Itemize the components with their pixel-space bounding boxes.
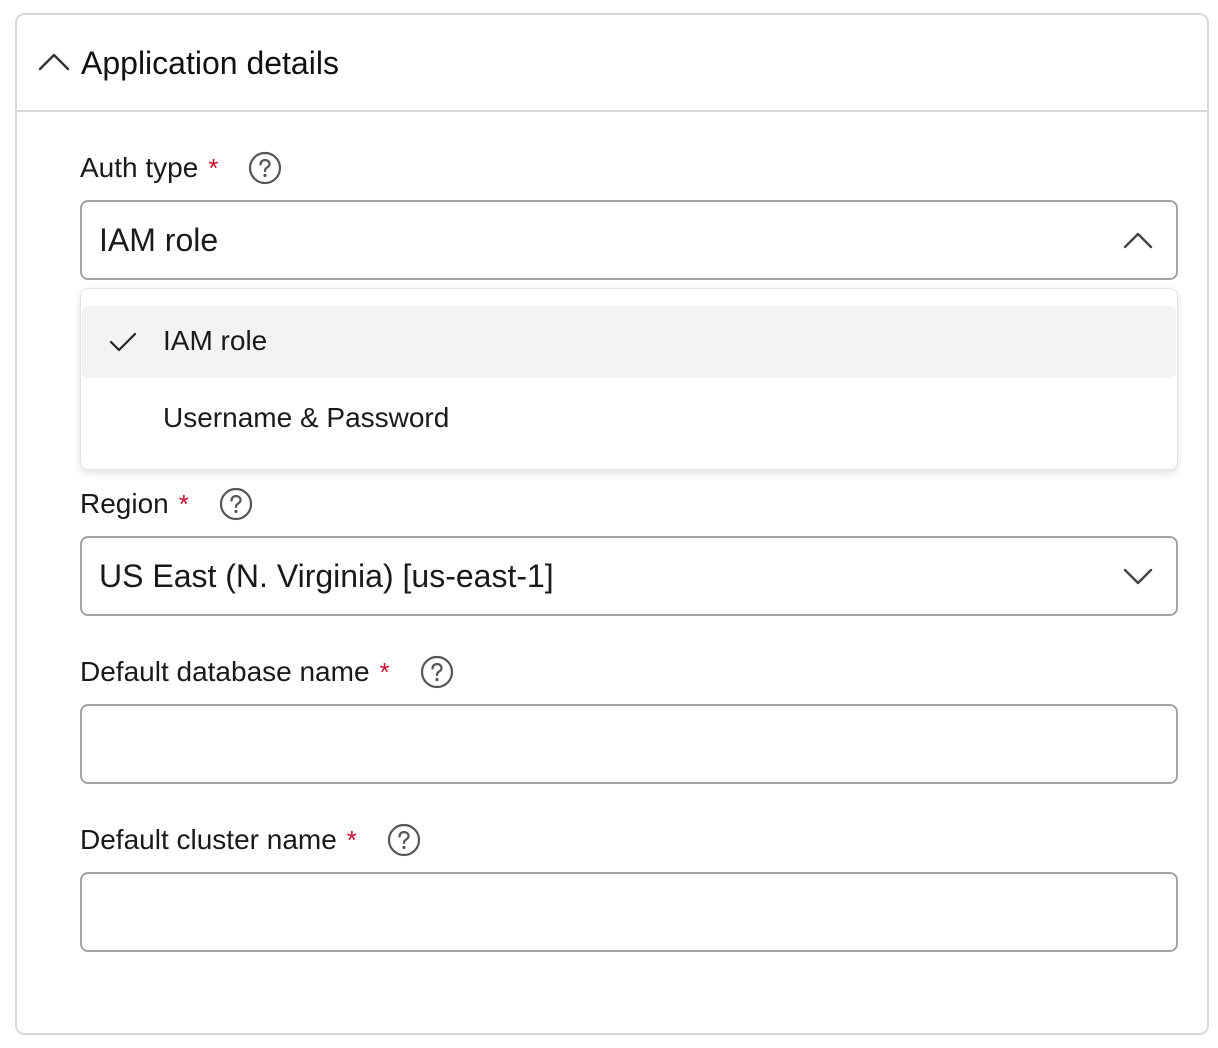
required-star: *	[208, 153, 219, 183]
default-cluster-name-label: Default cluster name *	[80, 823, 421, 857]
panel-header-toggle[interactable]: Application details	[17, 15, 1207, 112]
default-cluster-name-label-text: Default cluster name	[80, 824, 337, 855]
default-database-name-label-text: Default database name	[80, 656, 370, 687]
check-icon	[109, 332, 137, 352]
help-circle-icon[interactable]	[219, 487, 253, 521]
default-database-name-label: Default database name *	[80, 655, 454, 689]
required-star: *	[178, 489, 189, 519]
chevron-up-icon[interactable]	[37, 50, 71, 72]
help-circle-icon[interactable]	[420, 655, 454, 689]
region-selected-value: US East (N. Virginia) [us-east-1]	[99, 558, 554, 594]
region-label: Region *	[80, 487, 253, 521]
option-iam-role[interactable]: IAM role	[82, 306, 1176, 378]
auth-type-selected-value: IAM role	[99, 222, 219, 258]
region-label-text: Region	[80, 488, 169, 519]
default-cluster-name-input[interactable]	[80, 872, 1178, 952]
chevron-up-icon	[1123, 232, 1153, 249]
required-star: *	[346, 825, 357, 855]
region-select[interactable]: US East (N. Virginia) [us-east-1]	[80, 536, 1178, 616]
panel-title: Application details	[81, 45, 339, 81]
default-database-name-input[interactable]	[80, 704, 1178, 784]
help-circle-icon[interactable]	[387, 823, 421, 857]
option-label: IAM role	[163, 325, 268, 356]
required-star: *	[379, 657, 390, 687]
option-label: Username & Password	[163, 402, 450, 433]
auth-type-select[interactable]: IAM role	[80, 200, 1178, 280]
auth-type-dropdown-menu: IAM role Username & Password	[80, 288, 1178, 470]
auth-type-label-text: Auth type	[80, 152, 199, 183]
option-username-password[interactable]: Username & Password	[82, 383, 1176, 455]
auth-type-label: Auth type *	[80, 151, 282, 185]
chevron-down-icon	[1123, 568, 1153, 585]
help-circle-icon[interactable]	[248, 151, 282, 185]
